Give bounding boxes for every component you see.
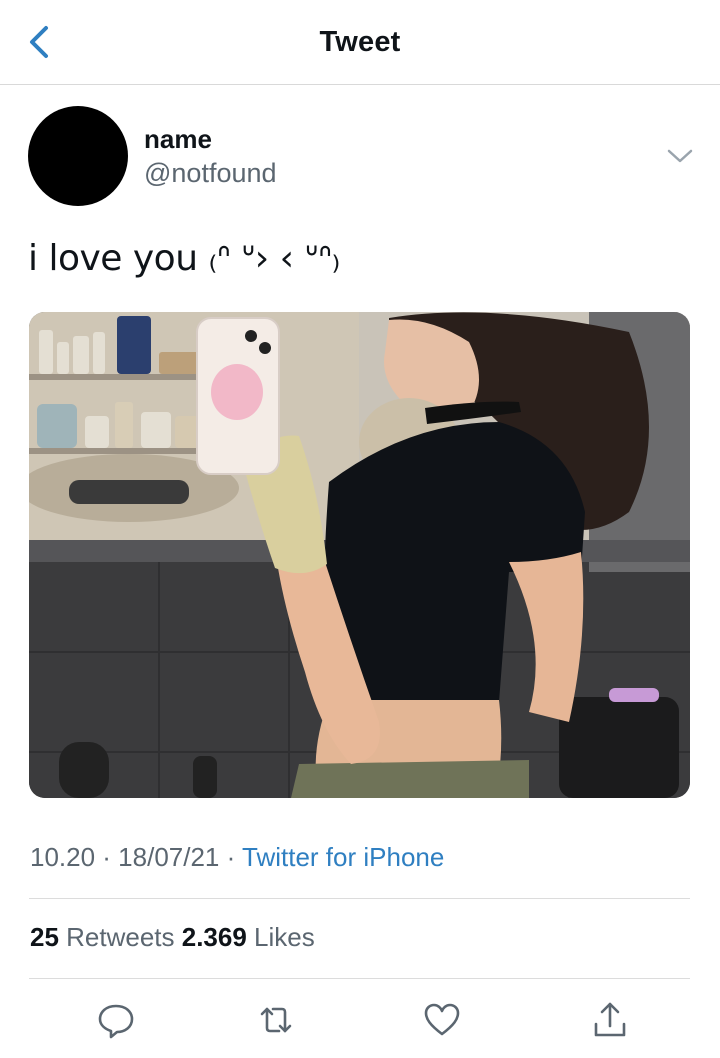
retweets-label[interactable]: Retweets [59, 922, 182, 952]
tweet-timestamp: 10.20 · 18/07/21 · [30, 842, 243, 872]
reply-icon[interactable] [96, 1000, 136, 1040]
likes-count[interactable]: 2.369 [182, 922, 247, 952]
likes-label[interactable]: Likes [247, 922, 315, 952]
top-bar: Tweet [0, 0, 720, 85]
tweet-stats: 25 Retweets 2.369 Likes [30, 922, 315, 953]
mirror-selfie-image [29, 312, 690, 798]
chevron-down-icon[interactable] [664, 142, 696, 170]
heart-icon[interactable] [422, 1000, 462, 1040]
author-handle[interactable]: @notfound [144, 158, 277, 189]
tweet-text: i love you ₍ᐢ ᐡ› ‹ ᐡᐢ₎ [28, 238, 340, 279]
tweet-meta: 10.20 · 18/07/21 · Twitter for iPhone [30, 842, 444, 873]
share-icon[interactable] [590, 1000, 630, 1040]
page-title: Tweet [319, 26, 401, 58]
divider [29, 898, 690, 899]
avatar[interactable] [28, 106, 128, 206]
tweet-source-link[interactable]: Twitter for iPhone [242, 842, 444, 872]
divider [29, 978, 690, 979]
retweets-count[interactable]: 25 [30, 922, 59, 952]
retweet-icon[interactable] [256, 1000, 296, 1040]
tweet-photo[interactable] [29, 312, 690, 798]
author-name[interactable]: name [144, 124, 212, 155]
